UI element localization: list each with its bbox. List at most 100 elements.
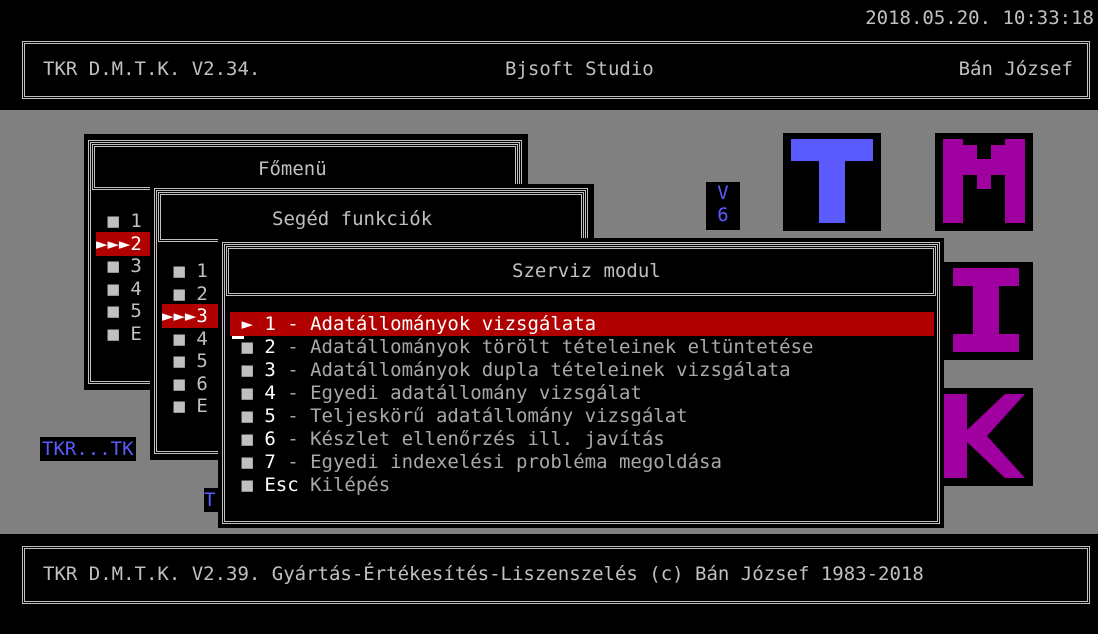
version-v: V [717,182,729,204]
service-menu-item-4[interactable]: ■ 4 - Egyedi adatállomány vizsgálat [230,381,934,405]
main-menu-item-5[interactable]: ■ 5 [96,299,158,323]
menu-item-key: 3 [130,255,142,277]
menu-item-key: 4 [264,382,276,404]
menu-item-separator: - [275,382,311,404]
tkr-label: TKR...TK [40,437,136,461]
menu-item-key: E [130,322,142,345]
bullet-square-icon: ■ [230,336,265,358]
main-menu-item-1[interactable]: ■ 1 [96,209,158,233]
menu-item-key: 1 [196,260,208,282]
main-menu-item-6[interactable]: ■ E [96,322,158,346]
helper-menu-item-5[interactable]: ■ 5 [162,349,224,373]
bullet-square-icon: ■ [230,474,265,496]
menu-item-label: Egyedi adatállomány vizsgálat [310,382,642,404]
selection-arrow-icon: ►►► [162,305,197,327]
menu-item-key: 3 [264,359,276,381]
bullet-square-icon: ■ [162,372,197,395]
bullet-square-icon: ■ [96,300,131,322]
menu-item-key: 2 [130,232,142,255]
version-marker: V 6 [706,182,740,230]
header-user: Bán József [958,58,1073,80]
bullet-square-icon: ■ [162,350,197,372]
service-menu-window: Szerviz modul ► 1 - Adatállományok vizsg… [218,238,944,528]
datetime: 2018.05.20. 10:33:18 [865,7,1094,29]
menu-item-separator: - [275,359,311,381]
bullet-square-icon: ■ [162,395,197,417]
menu-item-key: 4 [196,327,208,350]
service-menu-item-5[interactable]: ■ 5 - Teljeskörű adatállomány vizsgálat [230,404,934,428]
service-menu-item-2[interactable]: ■ 2 - Adatállományok törölt tételeinek e… [230,335,934,359]
logo-block-i [935,262,1033,360]
menu-item-key: 3 [196,305,208,327]
bullet-square-icon: ■ [162,282,197,305]
helper-menu-item-6[interactable]: ■ 6 [162,372,224,396]
bullet-square-icon: ■ [230,405,265,427]
menu-item-key: 5 [196,350,208,372]
menu-item-key: 1 [264,313,276,335]
menu-item-key: 6 [196,372,208,395]
helper-menu-title: Segéd funkciók [272,208,433,230]
bullet-square-icon: ■ [96,322,131,345]
bullet-square-icon: ■ [230,428,265,450]
footer-bar: TKR D.M.T.K. V2.39. Gyártás-Értékesítés-… [22,546,1090,604]
bullet-square-icon: ■ [230,382,265,404]
footer-text: TKR D.M.T.K. V2.39. Gyártás-Értékesítés-… [43,563,924,585]
menu-item-key: 6 [264,428,276,450]
main-menu-item-3[interactable]: ■ 3 [96,254,158,278]
menu-item-label: Adatállományok dupla tételeinek vizsgála… [310,359,791,381]
menu-item-key: 4 [130,277,142,300]
header-studio: Bjsoft Studio [505,58,654,80]
logo-block-t [783,133,881,231]
menu-item-label: Adatállományok törölt tételeinek eltünte… [310,336,814,358]
main-menu-item-4[interactable]: ■ 4 [96,277,158,301]
header-bar: TKR D.M.T.K. V2.34. Bjsoft Studio Bán Jó… [22,41,1090,99]
logo-k-icon [943,394,1025,478]
bullet-square-icon: ■ [96,210,131,232]
service-menu-item-3[interactable]: ■ 3 - Adatállományok dupla tételeinek vi… [230,358,934,382]
helper-menu-item-1[interactable]: ■ 1 [162,259,224,283]
service-menu-item-7[interactable]: ■ 7 - Egyedi indexelési probléma megoldá… [230,450,934,474]
menu-item-key: 5 [264,405,276,427]
version-number: 6 [717,204,729,226]
menu-item-separator: - [275,336,311,358]
menu-item-label: Teljeskörű adatállomány vizsgálat [310,405,688,427]
bullet-square-icon: ■ [162,260,197,282]
menu-item-label: Egyedi indexelési probléma megoldása [310,451,722,473]
menu-item-separator: - [275,428,311,450]
menu-item-separator: - [275,405,311,427]
menu-item-key: Esc [264,474,299,496]
bullet-square-icon: ■ [230,359,265,381]
service-menu-item-6[interactable]: ■ 6 - Készlet ellenőrzés ill. javítás [230,427,934,451]
helper-menu-item-3[interactable]: ►►►3 [162,304,224,328]
menu-item-key: 5 [130,300,142,322]
bullet-square-icon: ■ [96,255,131,277]
menu-item-label: Készlet ellenőrzés ill. javítás [310,428,665,450]
helper-menu-item-7[interactable]: ■ E [162,394,224,418]
service-menu-item-1[interactable]: ► 1 - Adatállományok vizsgálata [230,312,934,336]
header-app-name: TKR D.M.T.K. V2.34. [43,58,261,80]
bullet-square-icon: ■ [96,277,131,300]
menu-item-separator: - [275,313,311,335]
main-menu-item-2[interactable]: ►►►2 [96,231,158,256]
selection-arrow-icon: ► [230,313,265,335]
menu-item-separator [299,474,310,496]
logo-block-m [935,133,1033,231]
menu-item-label: Adatállományok vizsgálata [310,313,597,335]
menu-item-key: E [196,395,208,417]
logo-block-k [935,388,1033,486]
service-menu-title: Szerviz modul [512,260,661,282]
bullet-square-icon: ■ [162,327,197,350]
menu-item-key: 7 [264,451,276,473]
helper-menu-item-2[interactable]: ■ 2 [162,282,224,306]
menu-item-label: Kilépés [310,474,391,496]
logo-m-icon [943,139,1025,223]
bullet-square-icon: ■ [230,451,265,473]
logo-t-icon [791,139,873,223]
menu-item-key: 1 [130,210,142,232]
service-menu-item-8[interactable]: ■ Esc Kilépés [230,473,934,497]
main-menu-title: Főmenü [258,158,327,180]
helper-menu-item-4[interactable]: ■ 4 [162,327,224,351]
menu-item-key: 2 [264,336,276,358]
logo-i-icon [953,268,1019,352]
selection-arrow-icon: ►►► [96,232,131,255]
